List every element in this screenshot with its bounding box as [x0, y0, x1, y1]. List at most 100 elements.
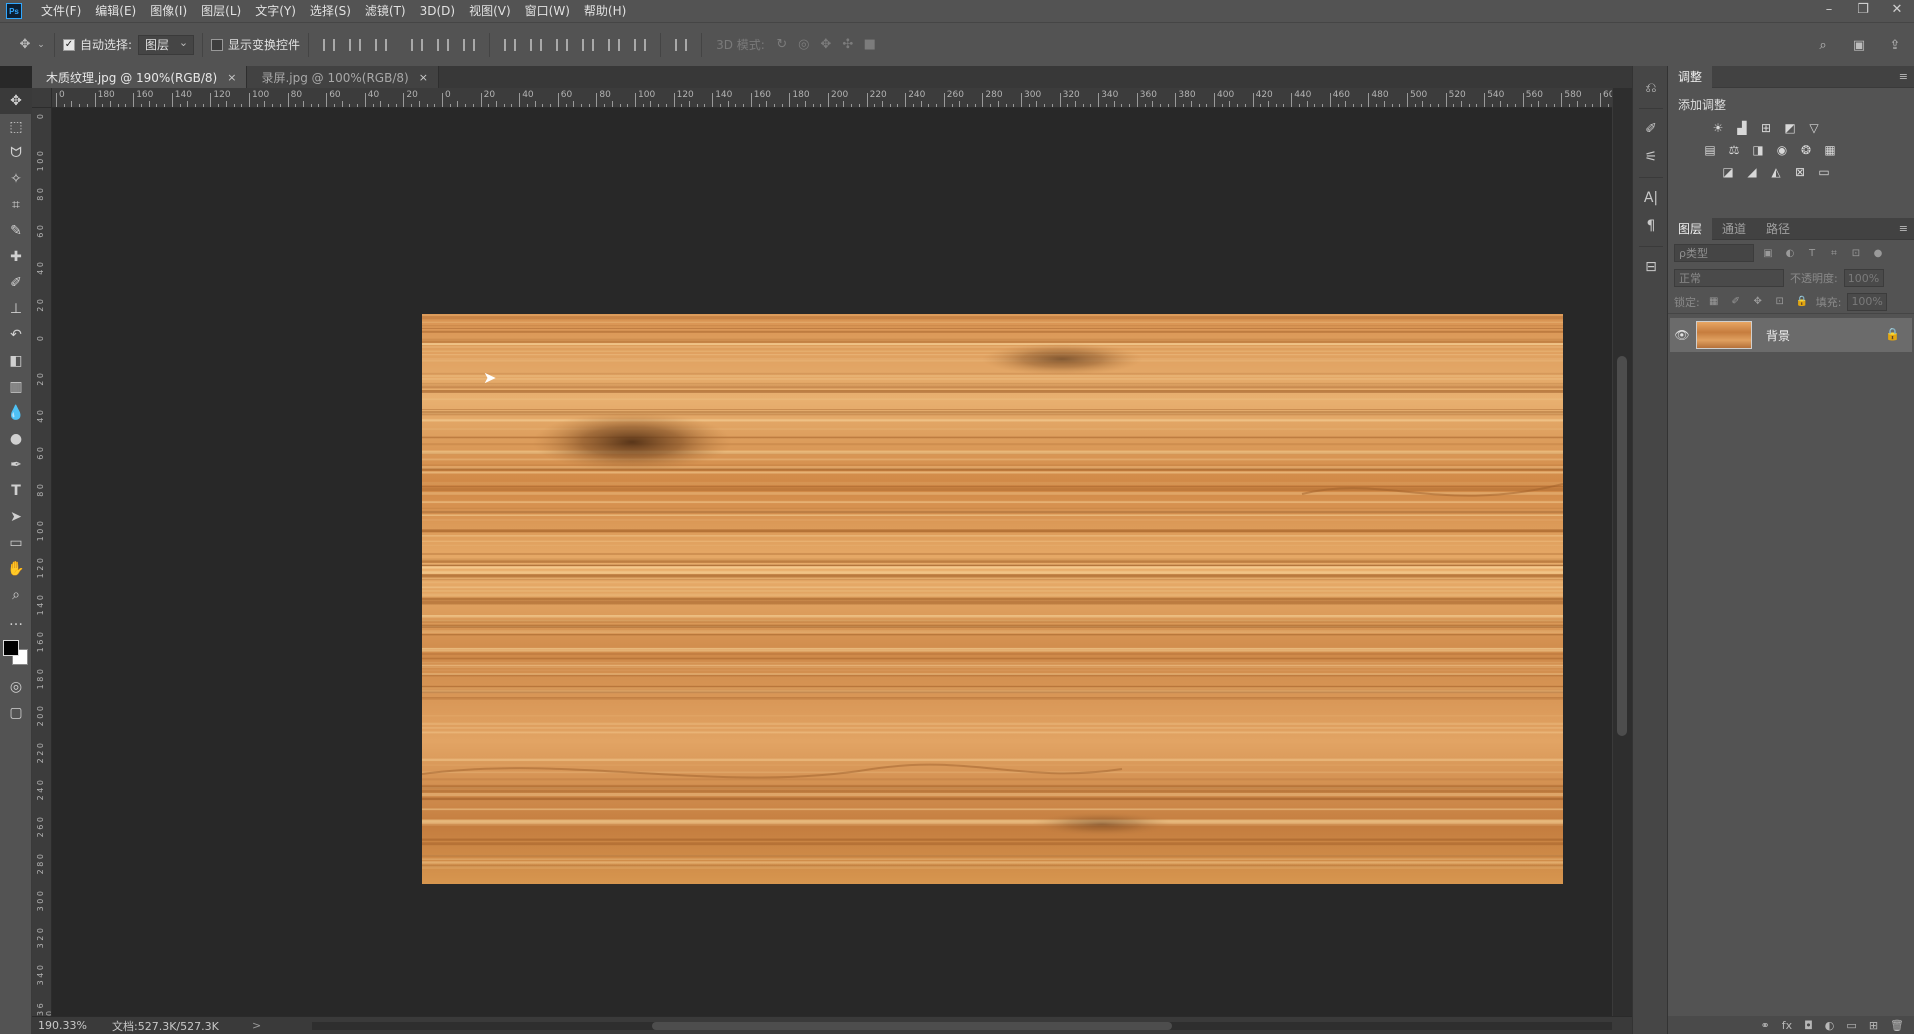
vertical-scroll-thumb[interactable]: [1617, 356, 1627, 736]
eye-icon[interactable]: 👁: [1670, 328, 1694, 342]
filter-pixel-icon[interactable]: ▣: [1760, 245, 1776, 261]
menu-item[interactable]: 文件(F): [34, 0, 88, 22]
scale-3d-icon[interactable]: ■: [859, 34, 881, 56]
pen-tool-icon[interactable]: ✒: [0, 452, 32, 478]
history-brush-tool-icon[interactable]: ↶: [0, 322, 32, 348]
filter-adjustment-icon[interactable]: ◐: [1782, 245, 1798, 261]
tab-layers[interactable]: 图层: [1668, 217, 1713, 240]
more-tools-icon[interactable]: …: [0, 608, 32, 634]
opacity-field[interactable]: 100%: [1843, 269, 1884, 287]
invert-icon[interactable]: ◪: [1720, 164, 1736, 180]
filter-type-icon[interactable]: T: [1804, 245, 1820, 261]
align-hcenter-icon[interactable]: [431, 33, 455, 57]
eraser-tool-icon[interactable]: ◧: [0, 348, 32, 374]
tab-screen-recording[interactable]: 录屏.jpg @ 100%(RGB/8) ×: [247, 66, 439, 88]
show-transform-checkbox[interactable]: [211, 38, 224, 51]
distribute-vcenter-icon[interactable]: [524, 33, 548, 57]
filter-toggle-icon[interactable]: ●: [1870, 245, 1886, 261]
menu-item[interactable]: 3D(D): [413, 0, 462, 22]
layer-filter-dropdown[interactable]: ρ类型: [1674, 244, 1754, 262]
blur-tool-icon[interactable]: 💧: [0, 400, 32, 426]
lock-artboard-icon[interactable]: ⊡: [1772, 294, 1788, 310]
paragraph-panel-icon[interactable]: ¶: [1633, 212, 1669, 240]
marquee-tool-icon[interactable]: ⬚: [0, 114, 32, 140]
brush-tool-icon[interactable]: ✐: [0, 270, 32, 296]
vertical-scrollbar[interactable]: [1612, 88, 1632, 1016]
move-tool-icon[interactable]: ✥: [0, 88, 32, 114]
align-vcenter-icon[interactable]: [343, 33, 367, 57]
exposure-icon[interactable]: ◩: [1782, 120, 1798, 136]
panel-menu-icon[interactable]: ≡: [1899, 70, 1908, 83]
move-tool-icon[interactable]: ✥: [14, 34, 36, 56]
distribute-bottom-icon[interactable]: [550, 33, 574, 57]
menu-item[interactable]: 文字(Y): [248, 0, 303, 22]
lock-image-icon[interactable]: ✐: [1728, 294, 1744, 310]
magic-wand-tool-icon[interactable]: ✧: [0, 166, 32, 192]
fill-field[interactable]: 100%: [1847, 292, 1888, 311]
vertical-ruler[interactable]: 0 1 0 0 8 0 6 0 4 0 2 0 0 2 0 4 0 6 0 8 0 1 0 0 1 2 …: [32, 88, 52, 1016]
document-canvas[interactable]: ➤: [52, 108, 1612, 1016]
hand-tool-icon[interactable]: ✋: [0, 556, 32, 582]
tab-channels[interactable]: 通道: [1712, 218, 1756, 240]
zoom-tool-icon[interactable]: ⌕: [0, 582, 32, 608]
lock-all-icon[interactable]: 🔒: [1794, 294, 1810, 310]
type-tool-icon[interactable]: T: [0, 478, 32, 504]
layer-item-background[interactable]: 👁 背景 🔒: [1670, 318, 1912, 352]
filter-smart-icon[interactable]: ⊡: [1848, 245, 1864, 261]
link-layers-icon[interactable]: ⚭: [1760, 1019, 1769, 1032]
tab-close-icon[interactable]: ×: [419, 71, 428, 84]
eyedropper-tool-icon[interactable]: ✎: [0, 218, 32, 244]
lasso-tool-icon[interactable]: ᗢ: [0, 140, 32, 166]
orbit-3d-icon[interactable]: ↻: [771, 34, 793, 56]
align-bottom-icon[interactable]: [369, 33, 393, 57]
pan-3d-icon[interactable]: ✥: [815, 34, 837, 56]
hsl-icon[interactable]: ▤: [1702, 142, 1718, 158]
gradient-map-icon[interactable]: ▭: [1816, 164, 1832, 180]
curves-icon[interactable]: ⊞: [1758, 120, 1774, 136]
new-group-icon[interactable]: ▭: [1846, 1019, 1856, 1032]
crop-tool-icon[interactable]: ⌗: [0, 192, 32, 218]
selective-color-icon[interactable]: ⊠: [1792, 164, 1808, 180]
add-mask-icon[interactable]: ◘: [1804, 1019, 1813, 1032]
horizontal-scroll-thumb[interactable]: [652, 1022, 1172, 1030]
tab-close-icon[interactable]: ×: [227, 71, 236, 84]
lock-transparent-icon[interactable]: ▦: [1706, 294, 1722, 310]
channel-mixer-icon[interactable]: ❂: [1798, 142, 1814, 158]
auto-align-icon[interactable]: [669, 33, 693, 57]
properties-panel-icon[interactable]: ⊟: [1633, 253, 1669, 281]
menu-item[interactable]: 窗口(W): [518, 0, 577, 22]
dodge-tool-icon[interactable]: ●: [0, 426, 32, 452]
delete-layer-icon[interactable]: 🗑: [1890, 1019, 1904, 1032]
auto-select-checkbox[interactable]: ✓: [63, 38, 75, 51]
search-icon[interactable]: ⌕: [1812, 34, 1834, 56]
gradient-tool-icon[interactable]: ▥: [0, 374, 32, 400]
tab-paths[interactable]: 路径: [1756, 218, 1800, 240]
blend-mode-dropdown[interactable]: 正常: [1674, 269, 1784, 287]
menu-item[interactable]: 选择(S): [303, 0, 358, 22]
new-adjustment-icon[interactable]: ◐: [1825, 1019, 1835, 1032]
status-menu-arrow[interactable]: >: [232, 1019, 261, 1032]
healing-tool-icon[interactable]: ✚: [0, 244, 32, 270]
align-top-icon[interactable]: [317, 33, 341, 57]
levels-icon[interactable]: ▟: [1734, 120, 1750, 136]
distribute-hcenter-icon[interactable]: [602, 33, 626, 57]
share-icon[interactable]: ⇪: [1884, 34, 1906, 56]
align-right-icon[interactable]: [457, 33, 481, 57]
menu-item[interactable]: 图层(L): [194, 0, 248, 22]
new-layer-icon[interactable]: ⊞: [1869, 1019, 1878, 1032]
restore-button[interactable]: ❐: [1846, 0, 1880, 22]
slide-3d-icon[interactable]: ✣: [837, 34, 859, 56]
history-panel-icon[interactable]: ⎌: [1633, 74, 1669, 102]
roll-3d-icon[interactable]: ◎: [793, 34, 815, 56]
vibrance-icon[interactable]: ▽: [1806, 120, 1822, 136]
auto-select-target-dropdown[interactable]: 图层: [138, 34, 195, 55]
close-window-button[interactable]: ✕: [1880, 0, 1914, 22]
zoom-level[interactable]: 190.33%: [32, 1019, 92, 1032]
horizontal-scrollbar[interactable]: [312, 1022, 1612, 1030]
tab-adjustments[interactable]: 调整: [1668, 65, 1713, 88]
rectangle-tool-icon[interactable]: ▭: [0, 530, 32, 556]
menu-item[interactable]: 滤镜(T): [358, 0, 413, 22]
foreground-color-swatch[interactable]: [3, 640, 19, 656]
character-panel-icon[interactable]: A|: [1633, 184, 1669, 212]
align-left-icon[interactable]: [405, 33, 429, 57]
